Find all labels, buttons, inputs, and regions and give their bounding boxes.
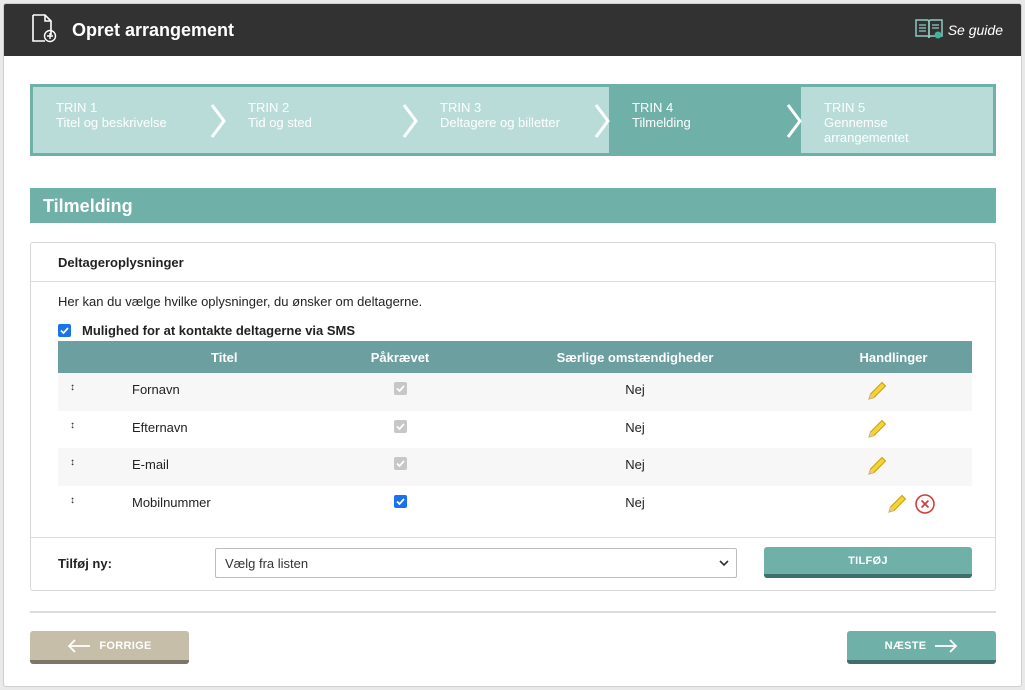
sms-option[interactable]: Mulighed for at kontakte deltagerne via … <box>58 323 355 338</box>
guide-label: Se guide <box>947 22 1003 38</box>
pencil-icon[interactable] <box>866 380 888 402</box>
sms-label: Mulighed for at kontakte deltagerne via … <box>82 323 356 338</box>
drag-handle-icon[interactable]: ↕︎ <box>58 373 131 411</box>
drag-handle-icon[interactable]: ↕︎ <box>58 411 131 449</box>
panel-heading: Deltageroplysninger <box>31 243 995 282</box>
actions-cell <box>815 486 972 524</box>
step-wizard: TRIN 1 Titel og beskrivelse TRIN 2 Tid o… <box>30 84 996 156</box>
required-checkbox-cell <box>345 486 455 524</box>
field-special: Nej <box>625 457 645 472</box>
field-title: Efternavn <box>132 419 188 435</box>
pencil-icon[interactable] <box>886 493 908 515</box>
sms-checkbox[interactable] <box>58 324 71 337</box>
actions-cell <box>815 373 972 411</box>
fields-table: Titel Påkrævet Særlige omstændigheder Ha… <box>58 341 972 523</box>
chevron-right-icon <box>402 104 418 138</box>
table-header-row: Titel Påkrævet Særlige omstændigheder Ha… <box>58 341 972 373</box>
required-checkbox[interactable] <box>393 494 407 508</box>
field-title: Fornavn <box>132 382 180 397</box>
required-checkbox <box>393 457 407 470</box>
add-button[interactable]: TILFØJ <box>764 547 972 578</box>
page-title: Opret arrangement <box>72 19 235 40</box>
header-special: Særlige omstændigheder <box>556 349 714 365</box>
previous-button[interactable]: FORRIGE <box>30 631 189 664</box>
field-special: Nej <box>625 382 645 397</box>
table-row: ↕︎ Fornavn Nej <box>58 373 972 411</box>
panel-intro: Her kan du vælge hvilke oplysninger, du … <box>58 294 423 309</box>
next-button[interactable]: NÆSTE <box>847 631 996 664</box>
add-label: Tilføj ny: <box>58 556 112 571</box>
guide-link[interactable]: Se guide <box>914 17 1003 44</box>
field-title: Mobilnummer <box>132 494 211 510</box>
field-special: Nej <box>625 494 645 510</box>
table-row: ↕︎ E-mail Nej <box>58 448 972 486</box>
chevron-right-icon <box>210 104 226 138</box>
header-title: Titel <box>211 349 238 365</box>
title-bar: Opret arrangement Se guide <box>4 4 1021 56</box>
next-label: NÆSTE <box>884 639 927 652</box>
pencil-icon[interactable] <box>866 455 888 477</box>
header-drag <box>58 341 131 373</box>
table-row: ↕︎ Efternavn Nej <box>58 411 972 449</box>
required-checkbox-cell <box>345 373 455 411</box>
previous-label: FORRIGE <box>99 639 152 652</box>
select-value: Vælg fra listen <box>225 556 309 571</box>
chevron-right-icon <box>594 104 610 138</box>
field-special: Nej <box>625 419 645 435</box>
check-icon <box>395 385 405 393</box>
step-number: TRIN 4 <box>632 100 674 115</box>
chevron-right-icon <box>786 104 802 138</box>
step-label: Gennemse arrangementet <box>824 115 909 145</box>
check-icon <box>60 327 69 335</box>
required-checkbox <box>393 382 407 395</box>
step-label: Titel og beskrivelse <box>56 115 167 130</box>
participant-info-panel: Deltageroplysninger Her kan du vælge hvi… <box>30 242 996 591</box>
step-label: Deltagere og billetter <box>440 115 560 130</box>
check-icon <box>395 460 405 468</box>
step-label: Tilmelding <box>632 115 691 130</box>
step-number: TRIN 5 <box>824 100 866 115</box>
step-number: TRIN 3 <box>440 100 482 115</box>
step-3[interactable]: TRIN 3 Deltagere og billetter <box>417 87 610 153</box>
header-required: Påkrævet <box>370 349 430 365</box>
drag-handle-icon[interactable]: ↕︎ <box>58 448 131 486</box>
table-row: ↕︎ Mobilnummer Nej <box>58 486 972 524</box>
step-5[interactable]: TRIN 5 Gennemse arrangementet <box>801 87 993 153</box>
step-number: TRIN 2 <box>248 100 290 115</box>
circle-x-icon[interactable] <box>914 493 936 515</box>
app-window: Opret arrangement Se guide TRIN 1 Titel … <box>3 3 1022 687</box>
document-plus-icon <box>30 13 72 48</box>
section-title: Tilmelding <box>30 188 996 223</box>
step-number: TRIN 1 <box>56 100 98 115</box>
required-checkbox-cell <box>345 448 455 486</box>
step-1[interactable]: TRIN 1 Titel og beskrivelse <box>33 87 226 153</box>
step-4[interactable]: TRIN 4 Tilmelding <box>609 87 802 153</box>
arrow-right-icon <box>935 638 958 653</box>
step-label: Tid og sted <box>248 115 312 130</box>
header-actions: Handlinger <box>859 349 928 365</box>
check-icon <box>395 422 405 430</box>
book-guide-icon <box>914 17 948 44</box>
add-field-row: Tilføj ny: Vælg fra listen TILFØJ <box>31 537 995 591</box>
step-2[interactable]: TRIN 2 Tid og sted <box>225 87 418 153</box>
actions-cell <box>815 411 972 449</box>
required-checkbox <box>393 419 407 433</box>
divider <box>30 611 996 613</box>
drag-handle-icon[interactable]: ↕︎ <box>58 486 131 524</box>
pencil-icon[interactable] <box>866 418 888 440</box>
field-title: E-mail <box>132 457 169 472</box>
field-select[interactable]: Vælg fra listen <box>215 548 737 578</box>
arrow-left-icon <box>68 638 91 653</box>
chevron-down-icon <box>719 560 729 567</box>
actions-cell <box>815 448 972 486</box>
check-icon <box>395 497 405 505</box>
required-checkbox-cell <box>345 411 455 449</box>
